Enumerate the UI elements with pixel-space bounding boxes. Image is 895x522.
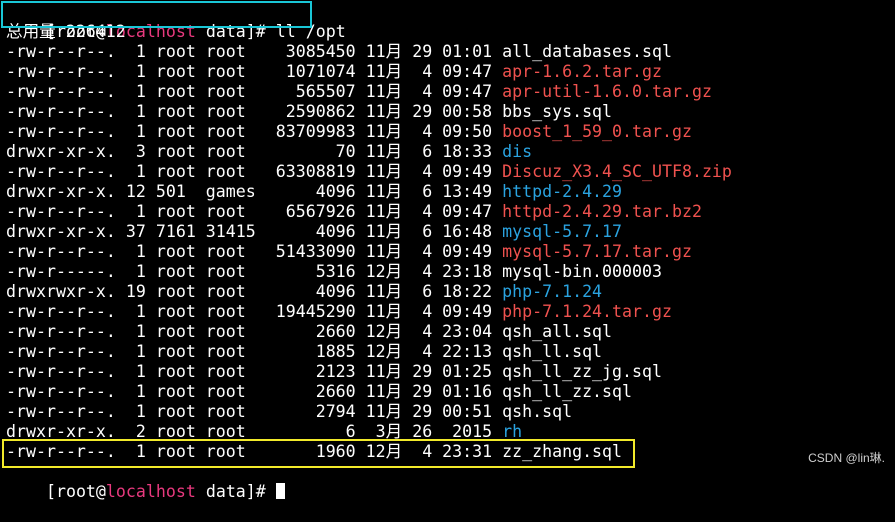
file-meta: -rw-r--r--. 1 root root 2660 11月 29 01:1…	[6, 382, 503, 401]
cursor-block	[275, 483, 285, 499]
file-name: bbs_sys.sql	[502, 102, 613, 121]
file-meta: drwxr-xr-x. 3 root root 70 11月 6 18:33	[6, 142, 503, 161]
file-meta: drwxr-xr-x. 12 501 games 4096 11月 6 13:4…	[6, 182, 503, 201]
file-name: qsh_ll.sql	[502, 342, 603, 361]
file-meta: -rw-r--r--. 1 root root 1885 12月 4 22:13	[6, 342, 503, 361]
watermark: CSDN @lin琳.	[808, 451, 885, 465]
file-name: httpd-2.4.29.tar.bz2	[502, 202, 702, 221]
file-row: -rw-r--r--. 1 root root 565507 11月 4 09:…	[6, 82, 712, 102]
file-name: php-7.1.24.tar.gz	[502, 302, 672, 321]
file-row: -rw-r--r--. 1 root root 1071074 11月 4 09…	[6, 62, 662, 82]
file-meta: -rw-r--r--. 1 root root 565507 11月 4 09:…	[6, 82, 503, 101]
file-row: drwxrwxr-x. 19 root root 4096 11月 6 18:2…	[6, 282, 602, 302]
file-name: mysql-5.7.17.tar.gz	[502, 242, 692, 261]
file-row: -rw-r--r--. 1 root root 19445290 11月 4 0…	[6, 302, 672, 322]
file-name: qsh_ll_zz.sql	[502, 382, 633, 401]
file-name: all_databases.sql	[502, 42, 672, 61]
file-meta: -rw-r--r--. 1 root root 1071074 11月 4 09…	[6, 62, 503, 81]
file-meta: -rw-r--r--. 1 root root 2794 11月 29 00:5…	[6, 402, 503, 421]
file-row: -rw-r--r--. 1 root root 2590862 11月 29 0…	[6, 102, 612, 122]
file-row: -rw-r--r--. 1 root root 3085450 11月 29 0…	[6, 42, 672, 62]
file-name: dis	[502, 142, 533, 161]
file-name: boost_1_59_0.tar.gz	[502, 122, 692, 141]
file-row: -rw-r-----. 1 root root 5316 12月 4 23:18…	[6, 262, 662, 282]
file-name: apr-1.6.2.tar.gz	[502, 62, 662, 81]
file-meta: -rw-r--r--. 1 root root 51433090 11月 4 0…	[6, 242, 503, 261]
file-meta: -rw-r--r--. 1 root root 2590862 11月 29 0…	[6, 102, 503, 121]
file-meta: drwxr-xr-x. 37 7161 31415 4096 11月 6 16:…	[6, 222, 503, 241]
file-meta: -rw-r--r--. 1 root root 19445290 11月 4 0…	[6, 302, 503, 321]
file-meta: -rw-r--r--. 1 root root 3085450 11月 29 0…	[6, 42, 503, 61]
file-meta: -rw-r-----. 1 root root 5316 12月 4 23:18	[6, 262, 503, 281]
file-name: qsh.sql	[502, 402, 573, 421]
file-meta: -rw-r--r--. 1 root root 2123 11月 29 01:2…	[6, 362, 503, 381]
bottom-prompt-rest: data]#	[195, 482, 276, 501]
file-row: -rw-r--r--. 1 root root 2660 11月 29 01:1…	[6, 382, 632, 402]
file-name: qsh_all.sql	[502, 322, 613, 341]
bottom-prompt-user: [root@	[45, 482, 106, 501]
file-meta: -rw-r--r--. 1 root root 2660 12月 4 23:04	[6, 322, 503, 341]
file-name: httpd-2.4.29	[502, 182, 623, 201]
file-name: Discuz_X3.4_SC_UTF8.zip	[502, 162, 732, 181]
file-row: -rw-r--r--. 1 root root 51433090 11月 4 0…	[6, 242, 692, 262]
file-row: -rw-r--r--. 1 root root 6567926 11月 4 09…	[6, 202, 702, 222]
file-row: drwxr-xr-x. 37 7161 31415 4096 11月 6 16:…	[6, 222, 622, 242]
file-meta: -rw-r--r--. 1 root root 83709983 11月 4 0…	[6, 122, 503, 141]
file-row: drwxr-xr-x. 12 501 games 4096 11月 6 13:4…	[6, 182, 622, 202]
file-row: -rw-r--r--. 1 root root 1885 12月 4 22:13…	[6, 342, 602, 362]
terminal-window[interactable]: [root@localhost data]# ll /opt 总用量 22641…	[0, 0, 895, 501]
file-name: mysql-5.7.17	[502, 222, 623, 241]
file-row: -rw-r--r--. 1 root root 83709983 11月 4 0…	[6, 122, 692, 142]
file-row: -rw-r--r--. 1 root root 2794 11月 29 00:5…	[6, 402, 572, 422]
file-meta: drwxrwxr-x. 19 root root 4096 11月 6 18:2…	[6, 282, 503, 301]
bottom-prompt-host: localhost	[105, 482, 196, 501]
file-name: apr-util-1.6.0.tar.gz	[502, 82, 712, 101]
file-row: -rw-r--r--. 1 root root 63308819 11月 4 0…	[6, 162, 732, 182]
file-row: -rw-r--r--. 1 root root 2660 12月 4 23:04…	[6, 322, 612, 342]
file-meta: -rw-r--r--. 1 root root 63308819 11月 4 0…	[6, 162, 503, 181]
file-name: php-7.1.24	[502, 282, 603, 301]
file-row: drwxr-xr-x. 3 root root 70 11月 6 18:33 d…	[6, 142, 532, 162]
file-name: qsh_ll_zz_jg.sql	[502, 362, 662, 381]
file-row: -rw-r--r--. 1 root root 2123 11月 29 01:2…	[6, 362, 662, 382]
file-name: mysql-bin.000003	[502, 262, 662, 281]
file-meta: -rw-r--r--. 1 root root 6567926 11月 4 09…	[6, 202, 503, 221]
selected-file-highlight-box	[2, 439, 635, 468]
command-highlight-box	[1, 1, 312, 28]
